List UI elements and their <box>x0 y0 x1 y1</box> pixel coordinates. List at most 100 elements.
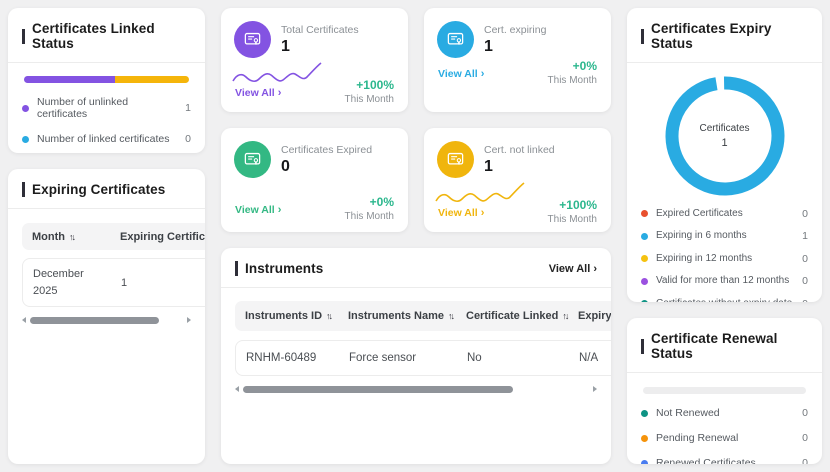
legend-item: Expired Certificates 0 <box>641 208 808 220</box>
column-header-expiry-date[interactable]: Expiry Date↑↓ <box>578 310 611 322</box>
sparkline <box>435 182 525 202</box>
legend-value: 1 <box>802 230 808 242</box>
certificates-expired-card: Certificates Expired 0 View All › +0% Thi… <box>221 128 408 232</box>
divider <box>8 62 205 63</box>
sort-icon[interactable]: ↑↓ <box>562 311 569 321</box>
stat-value: 0 <box>281 158 290 175</box>
expiring-certificates-card: Expiring Certificates Month ↑↓ Expiring C… <box>8 169 205 464</box>
renewal-progress-bar <box>643 387 806 394</box>
legend-label: Expiring in 6 months <box>656 230 747 242</box>
change-period: This Month <box>547 214 597 225</box>
view-all-link[interactable]: View All › <box>235 87 281 99</box>
expiry-donut-chart: Certificates 1 <box>664 75 786 197</box>
linked-status-progress-bar <box>24 76 189 83</box>
divider <box>627 62 822 63</box>
chevron-right-icon: › <box>480 68 485 80</box>
instruments-header: Instruments View All › <box>235 261 597 276</box>
legend-item: Renewed Certificates 0 <box>641 457 808 464</box>
sort-icon[interactable]: ↑↓ <box>326 311 333 321</box>
stat-label: Cert. expiring <box>484 24 547 36</box>
view-all-link[interactable]: View All › <box>438 68 484 80</box>
card-title: Certificates Expiry Status <box>641 21 808 51</box>
divider <box>8 208 205 209</box>
scrollbar-track[interactable] <box>30 316 183 324</box>
legend-label: Pending Renewal <box>656 432 739 445</box>
column-header-instruments-id[interactable]: Instruments ID ↑↓ <box>245 310 348 322</box>
legend-dot <box>641 210 648 217</box>
column-header-expiring-certificates[interactable]: Expiring Certificates↑↓ <box>120 231 205 243</box>
divider <box>221 287 611 288</box>
horizontal-scrollbar[interactable] <box>235 385 597 393</box>
stat-value: 1 <box>484 38 493 55</box>
view-all-link[interactable]: View All › <box>549 263 597 275</box>
scroll-left-icon[interactable] <box>22 317 26 323</box>
change-percent: +0% <box>572 59 597 73</box>
scrollbar-thumb[interactable] <box>243 385 513 393</box>
legend-dot <box>641 277 648 285</box>
legend-value: 0 <box>802 432 808 445</box>
card-title: Certificate Renewal Status <box>641 331 808 361</box>
stat-label: Certificates Expired <box>281 144 373 156</box>
change-percent: +0% <box>369 195 394 209</box>
scroll-left-icon[interactable] <box>235 386 239 392</box>
stat-value: 1 <box>281 38 290 55</box>
legend-dot <box>641 232 648 240</box>
expiry-legend: Expired Certificates 0 Expiring in 6 mon… <box>641 208 808 302</box>
expiring-count-cell: 1 <box>121 276 128 289</box>
sparkline <box>236 192 322 194</box>
change-percent: +100% <box>356 78 394 92</box>
scroll-right-icon[interactable] <box>187 317 191 323</box>
legend-value: 0 <box>802 275 808 287</box>
instrument-name-cell: Force sensor <box>349 352 417 364</box>
legend-label: Expired Certificates <box>656 207 743 219</box>
progress-segment-total <box>114 76 189 83</box>
legend-label: Renewed Certificates <box>656 457 756 464</box>
instruments-table: Instruments ID ↑↓ Instruments Name ↑↓ Cert… <box>235 301 611 376</box>
legend-dot <box>22 104 29 112</box>
stat-value: 1 <box>484 158 493 175</box>
certificate-linked-cell: No <box>467 352 482 364</box>
legend-item: Pending Renewal 0 <box>641 432 808 444</box>
chevron-right-icon: › <box>277 87 282 99</box>
legend-value: 0 <box>802 207 808 220</box>
legend-item: Certificates without expiry date 0 <box>641 298 808 302</box>
legend-dot <box>641 459 648 464</box>
legend-label: Expiring in 12 months <box>656 252 753 264</box>
change-block: +0% This Month <box>345 195 394 222</box>
sparkline <box>509 48 595 50</box>
column-header-instruments-name[interactable]: Instruments Name ↑↓ <box>348 310 466 322</box>
change-block: +100% This Month <box>548 198 597 225</box>
progress-segment-unlinked <box>24 76 115 83</box>
horizontal-scrollbar[interactable] <box>22 316 191 324</box>
column-header-certificate-linked[interactable]: Certificate Linked ↑↓ <box>466 310 578 322</box>
legend-value: 1 <box>185 102 191 115</box>
chevron-right-icon: › <box>277 204 282 216</box>
legend-item: Expiring in 12 months 0 <box>641 253 808 265</box>
scroll-right-icon[interactable] <box>593 386 597 392</box>
change-percent: +100% <box>559 198 597 212</box>
expiring-certificates-table: Month↑↓ Expiring Certificates↑↓ December… <box>22 223 205 307</box>
sort-icon[interactable]: ↑↓ <box>448 311 455 321</box>
legend-value: 0 <box>802 407 808 420</box>
chevron-right-icon: › <box>480 207 485 219</box>
scrollbar-track[interactable] <box>243 385 589 393</box>
chevron-right-icon: › <box>593 262 597 275</box>
sort-icon[interactable]: ↑↓ <box>69 232 76 242</box>
month-cell: December 2025 <box>33 268 84 297</box>
certificate-icon <box>234 21 271 58</box>
certificate-renewal-status-card: Certificate Renewal Status Not Renewed 0… <box>627 318 822 464</box>
certificate-icon <box>437 141 474 178</box>
right-column: Certificates Expiry Status Certificates … <box>627 8 822 464</box>
table-row[interactable]: RNHM-60489 Force sensor No N/A <box>235 340 611 376</box>
change-period: This Month <box>547 75 597 86</box>
legend-value: 0 <box>185 133 191 146</box>
legend-label: Not Renewed <box>656 407 720 419</box>
view-all-link[interactable]: View All › <box>438 207 484 219</box>
scrollbar-thumb[interactable] <box>30 316 159 324</box>
change-period: This Month <box>344 94 394 105</box>
view-all-link[interactable]: View All › <box>235 204 281 216</box>
table-row[interactable]: December 2025 1 <box>22 258 205 307</box>
column-header-month[interactable]: Month ↑↓ <box>32 231 120 243</box>
card-title: Instruments <box>235 261 323 276</box>
divider <box>627 372 822 373</box>
